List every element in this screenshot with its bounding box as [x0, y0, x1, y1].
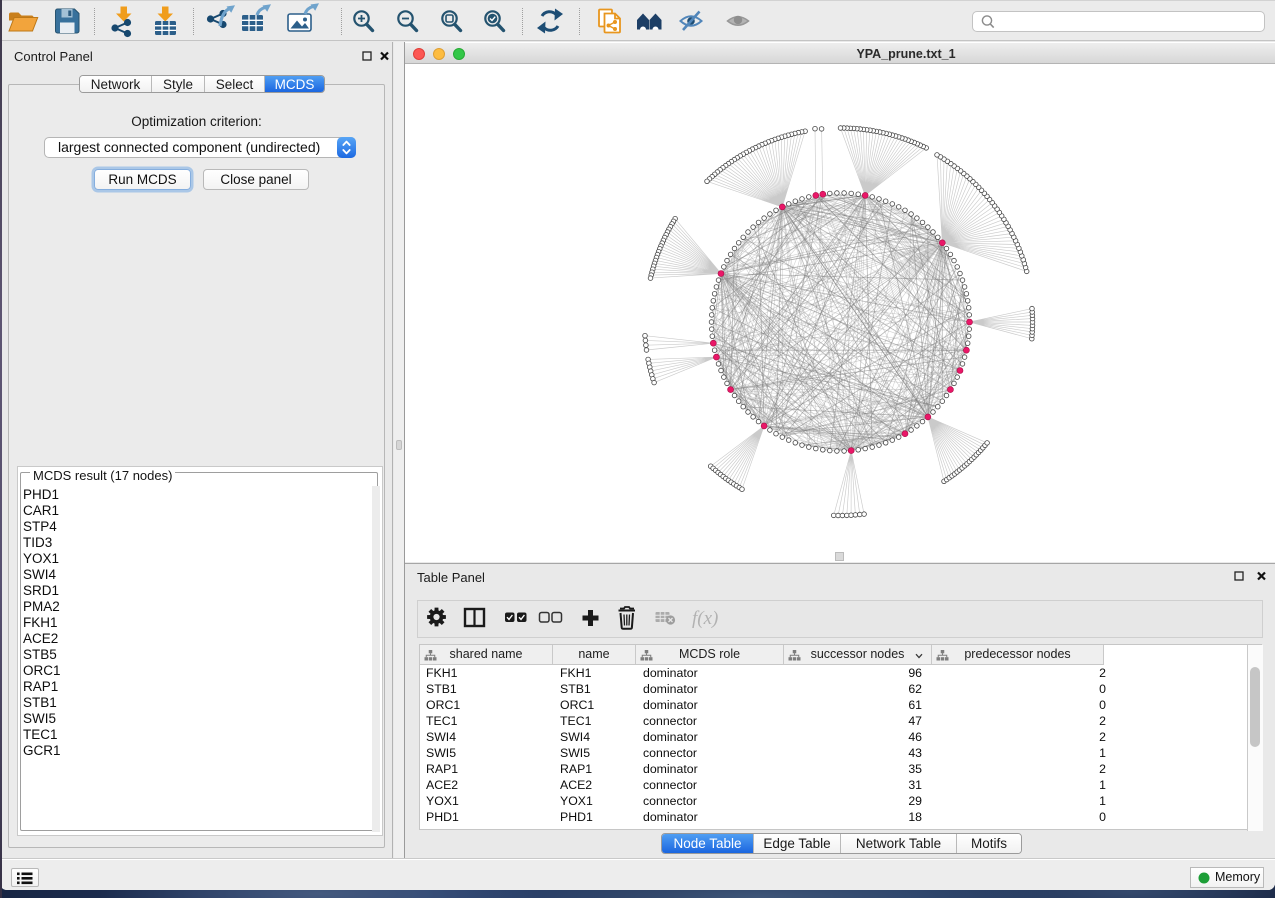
- svg-text:f(x): f(x): [692, 608, 718, 629]
